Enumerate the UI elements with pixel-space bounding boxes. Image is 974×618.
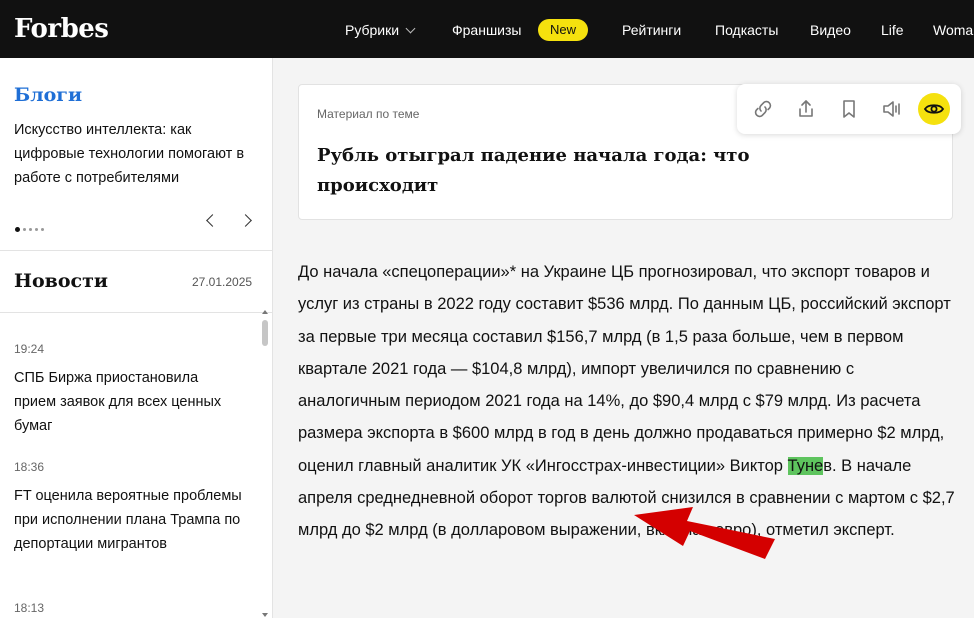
chevron-down-icon [405,23,416,34]
news-headline[interactable]: FT оценила вероятные проблемы при исполн… [14,484,244,556]
chevron-right-icon[interactable] [239,214,252,227]
news-item[interactable]: 18:13 [14,601,244,615]
nav-item-ratings[interactable]: Рейтинги [622,21,681,39]
news-heading: Новости [14,270,108,292]
carousel-dots [15,221,47,239]
nav-item-life[interactable]: Life [881,21,904,39]
nav-item-franchises[interactable]: Франшизы [452,21,521,39]
news-time: 18:36 [14,460,45,474]
nav-item-podcasts[interactable]: Подкасты [715,21,778,39]
audio-icon[interactable] [876,93,908,125]
nav-item-rubriki[interactable]: Рубрики [345,21,416,39]
news-date: 27.01.2025 [192,275,253,289]
scroll-up-arrow[interactable] [262,310,268,314]
article-paragraph: До начала «спецоперации»* на Украине ЦБ … [298,256,958,547]
sidebar: Блоги Искусство интеллекта: как цифровые… [0,58,273,618]
article-body: До начала «спецоперации»* на Украине ЦБ … [298,256,958,547]
chevron-left-icon[interactable] [206,214,219,227]
new-badge: New [538,19,589,41]
blog-teaser[interactable]: Искусство интеллекта: как цифровые техно… [14,118,259,190]
bookmark-icon[interactable] [833,93,865,125]
share-icon[interactable] [790,93,822,125]
carousel-dot[interactable] [15,227,20,233]
news-item[interactable]: 18:36 FT оценила вероятные проблемы при … [14,460,244,556]
news-time: 18:13 [14,601,45,615]
highlighted-text: Туне [787,456,824,475]
divider [0,250,272,251]
link-icon[interactable] [747,93,779,125]
carousel-dot[interactable] [29,228,32,232]
carousel-dot[interactable] [23,228,26,232]
nav-item-woman[interactable]: Woma [933,21,973,39]
carousel-dot[interactable] [41,228,44,232]
news-scrollbar-thumb[interactable] [262,320,268,346]
article-toolbar [737,84,961,134]
blogs-heading[interactable]: Блоги [14,84,82,106]
related-label: Материал по теме [317,107,420,121]
article-text: До начала «спецоперации»* на Украине ЦБ … [298,263,951,475]
top-navigation-bar: Forbes Рубрики Франшизы New Рейтинги Под… [0,0,974,58]
scroll-down-arrow[interactable] [262,613,268,617]
nav-item-label: Рубрики [345,22,400,38]
divider [0,312,272,313]
related-title[interactable]: Рубль отыграл падение начала года: что п… [317,141,787,201]
carousel-dot[interactable] [35,228,38,232]
news-time: 19:24 [14,342,45,356]
news-item[interactable]: 19:24 СПБ Биржа приостановила прием заяв… [14,342,244,438]
forbes-logo[interactable]: Forbes [14,14,109,44]
eye-icon[interactable] [918,93,950,125]
nav-item-video[interactable]: Видео [810,21,851,39]
news-headline[interactable]: СПБ Биржа приостановила прием заявок для… [14,366,244,438]
